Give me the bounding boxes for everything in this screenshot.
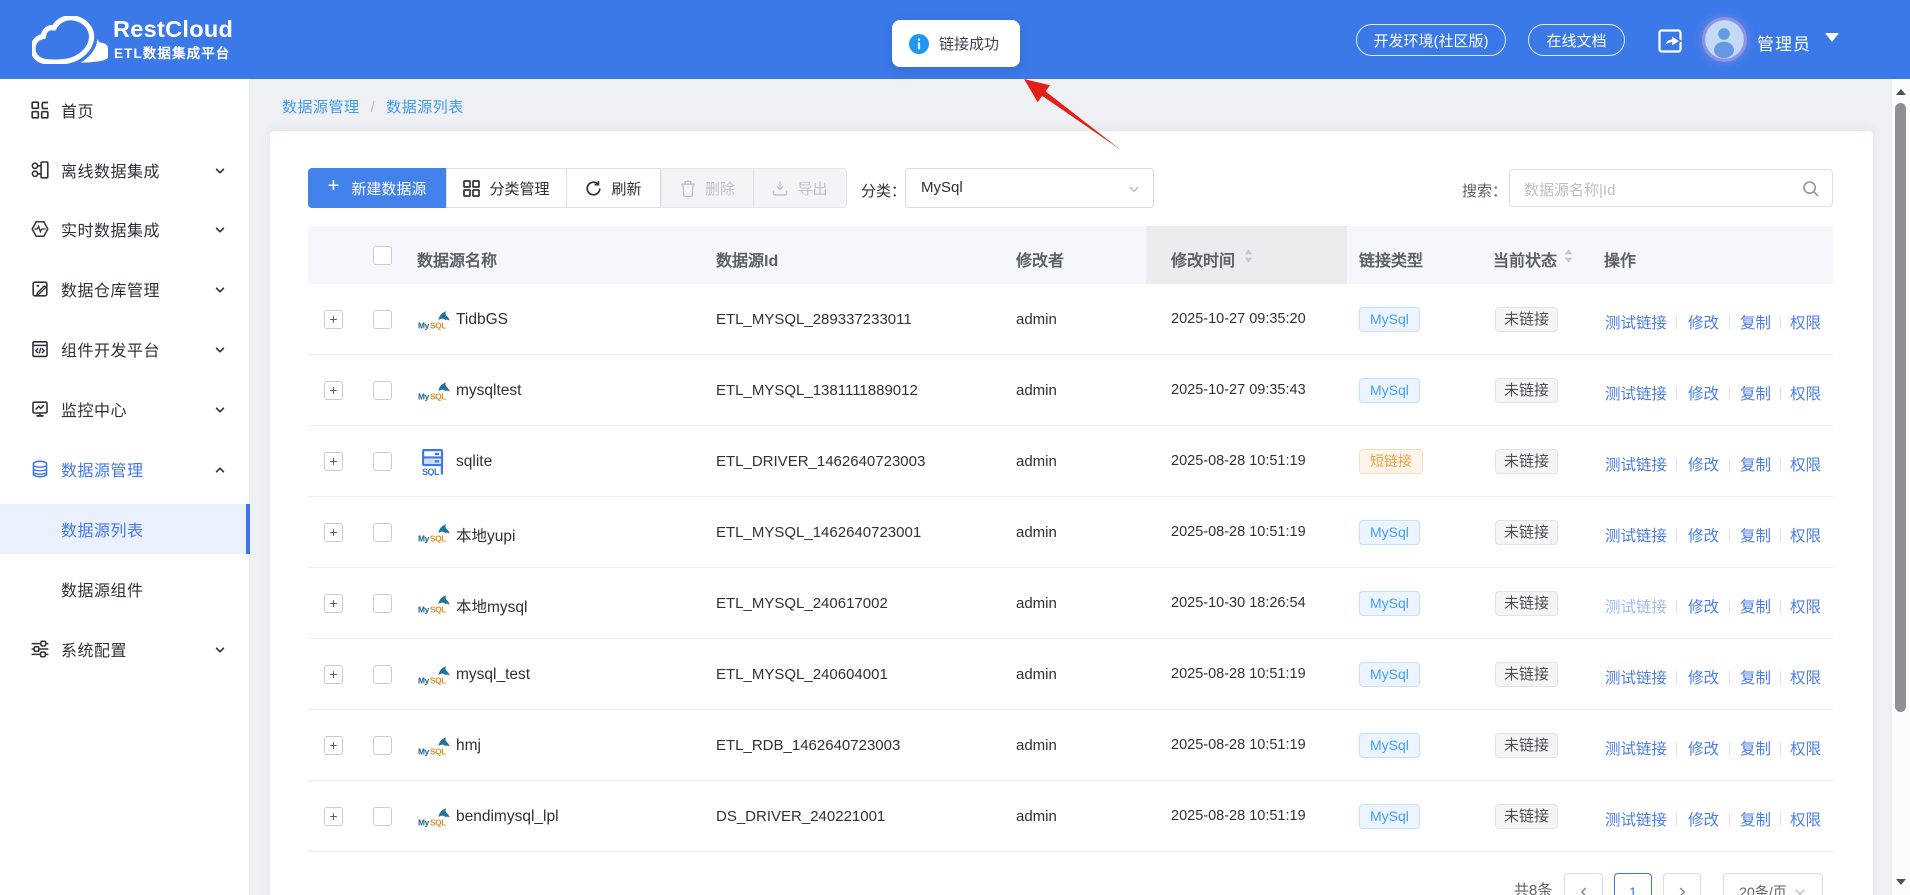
svg-text:My: My <box>418 605 430 615</box>
svg-text:My: My <box>418 818 430 828</box>
svg-text:SQL: SQL <box>430 818 446 828</box>
svg-text:My: My <box>418 392 430 402</box>
svg-text:SQL: SQL <box>422 467 440 476</box>
svg-text:My: My <box>418 534 430 544</box>
svg-text:SQL: SQL <box>430 321 446 331</box>
svg-text:SQL: SQL <box>430 747 446 757</box>
svg-text:My: My <box>418 676 430 686</box>
svg-text:SQL: SQL <box>430 392 446 402</box>
svg-text:SQL: SQL <box>430 676 446 686</box>
svg-text:My: My <box>418 321 430 331</box>
svg-text:SQL: SQL <box>430 534 446 544</box>
svg-text:SQL: SQL <box>430 605 446 615</box>
svg-text:My: My <box>418 747 430 757</box>
